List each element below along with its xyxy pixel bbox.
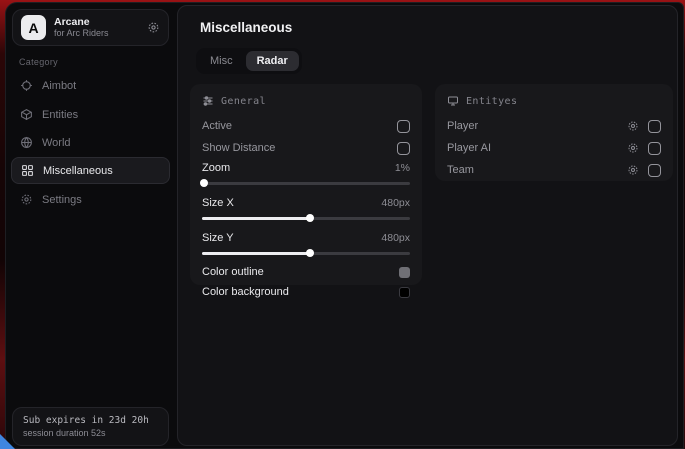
zoom-slider[interactable]	[202, 178, 410, 188]
size-x-slider[interactable]	[202, 213, 410, 223]
entities-panel-title: Entityes	[466, 96, 517, 107]
active-checkbox[interactable]	[397, 120, 410, 133]
sidebar-item-settings[interactable]: Settings	[11, 186, 170, 213]
entity-label: Player AI	[447, 142, 491, 154]
size-x-label: Size X	[202, 197, 234, 209]
session-duration-text: session duration 52s	[23, 428, 158, 438]
monitor-icon	[447, 95, 459, 107]
size-x-slider-thumb[interactable]	[306, 214, 314, 222]
crosshair-icon	[20, 79, 33, 92]
sidebar-item-entities[interactable]: Entities	[11, 101, 170, 128]
general-panel-title: General	[221, 96, 266, 107]
tab-group: Misc Radar	[196, 48, 302, 74]
zoom-slider-thumb[interactable]	[200, 179, 208, 187]
category-label: Category	[19, 57, 58, 67]
sidebar-item-world[interactable]: World	[11, 129, 170, 156]
box-icon	[20, 108, 33, 121]
app-header-card: A Arcane for Arc Riders	[12, 9, 169, 46]
entities-panel-header: Entityes	[447, 94, 661, 108]
size-x-value: 480px	[381, 197, 410, 209]
size-y-label: Size Y	[202, 232, 234, 244]
size-y-slider-thumb[interactable]	[306, 249, 314, 257]
color-outline-swatch[interactable]	[399, 267, 410, 278]
entity-label: Team	[447, 164, 474, 176]
zoom-row: Zoom 1%	[202, 159, 410, 177]
general-panel: General Active Show Distance Zoom 1% Siz…	[190, 84, 422, 285]
entity-checkbox[interactable]	[648, 120, 661, 133]
app-titles: Arcane for Arc Riders	[54, 16, 139, 38]
entity-checkbox[interactable]	[648, 142, 661, 155]
color-background-label: Color background	[202, 286, 289, 298]
size-y-row: Size Y 480px	[202, 229, 410, 247]
show-distance-row: Show Distance	[202, 137, 410, 159]
zoom-label: Zoom	[202, 162, 230, 174]
sidebar-item-aimbot[interactable]: Aimbot	[11, 72, 170, 99]
sidebar-item-label: Settings	[42, 194, 82, 206]
color-background-swatch[interactable]	[399, 287, 410, 298]
main-panel: Miscellaneous Misc Radar General Active	[177, 5, 678, 446]
color-background-row: Color background	[202, 282, 410, 302]
grid-icon	[21, 164, 34, 177]
sidebar: A Arcane for Arc Riders Category Aimbot	[6, 3, 176, 448]
size-y-value: 480px	[381, 232, 410, 244]
entity-row-player-ai: Player AI	[447, 137, 661, 159]
general-panel-header: General	[202, 94, 410, 108]
show-distance-checkbox[interactable]	[397, 142, 410, 155]
sliders-icon	[202, 95, 214, 107]
entity-gear-icon[interactable]	[627, 120, 639, 132]
size-x-slider-fill	[202, 217, 310, 220]
globe-icon	[20, 136, 33, 149]
size-y-slider[interactable]	[202, 248, 410, 258]
sidebar-item-label: World	[42, 137, 71, 149]
entity-checkbox[interactable]	[648, 164, 661, 177]
color-outline-row: Color outline	[202, 262, 410, 282]
sidebar-item-label: Miscellaneous	[43, 165, 113, 177]
entity-row-team: Team	[447, 159, 661, 181]
active-row: Active	[202, 115, 410, 137]
sidebar-item-label: Aimbot	[42, 80, 76, 92]
entity-gear-icon[interactable]	[627, 142, 639, 154]
entity-gear-icon[interactable]	[627, 164, 639, 176]
entities-panel: Entityes Player Player AI	[435, 84, 673, 181]
sidebar-item-miscellaneous[interactable]: Miscellaneous	[11, 157, 170, 184]
app-window: A Arcane for Arc Riders Category Aimbot	[5, 2, 684, 449]
tab-misc[interactable]: Misc	[199, 51, 244, 71]
entity-row-player: Player	[447, 115, 661, 137]
zoom-slider-track	[202, 182, 410, 185]
sidebar-item-label: Entities	[42, 109, 78, 121]
subscription-card: Sub expires in 23d 20h session duration …	[12, 407, 169, 446]
gear-icon	[20, 193, 33, 206]
entity-label: Player	[447, 120, 478, 132]
show-distance-label: Show Distance	[202, 142, 275, 154]
tab-radar[interactable]: Radar	[246, 51, 299, 71]
active-label: Active	[202, 120, 232, 132]
size-x-row: Size X 480px	[202, 194, 410, 212]
cursor-artifact	[0, 434, 15, 449]
zoom-value: 1%	[395, 162, 410, 174]
app-settings-gear-icon[interactable]	[147, 21, 160, 34]
app-name: Arcane	[54, 16, 139, 28]
page-title: Miscellaneous	[200, 20, 292, 35]
color-outline-label: Color outline	[202, 266, 264, 278]
sub-expiry-text: Sub expires in 23d 20h	[23, 415, 158, 426]
size-y-slider-fill	[202, 252, 310, 255]
app-logo: A	[21, 15, 46, 40]
app-subtitle: for Arc Riders	[54, 28, 139, 38]
